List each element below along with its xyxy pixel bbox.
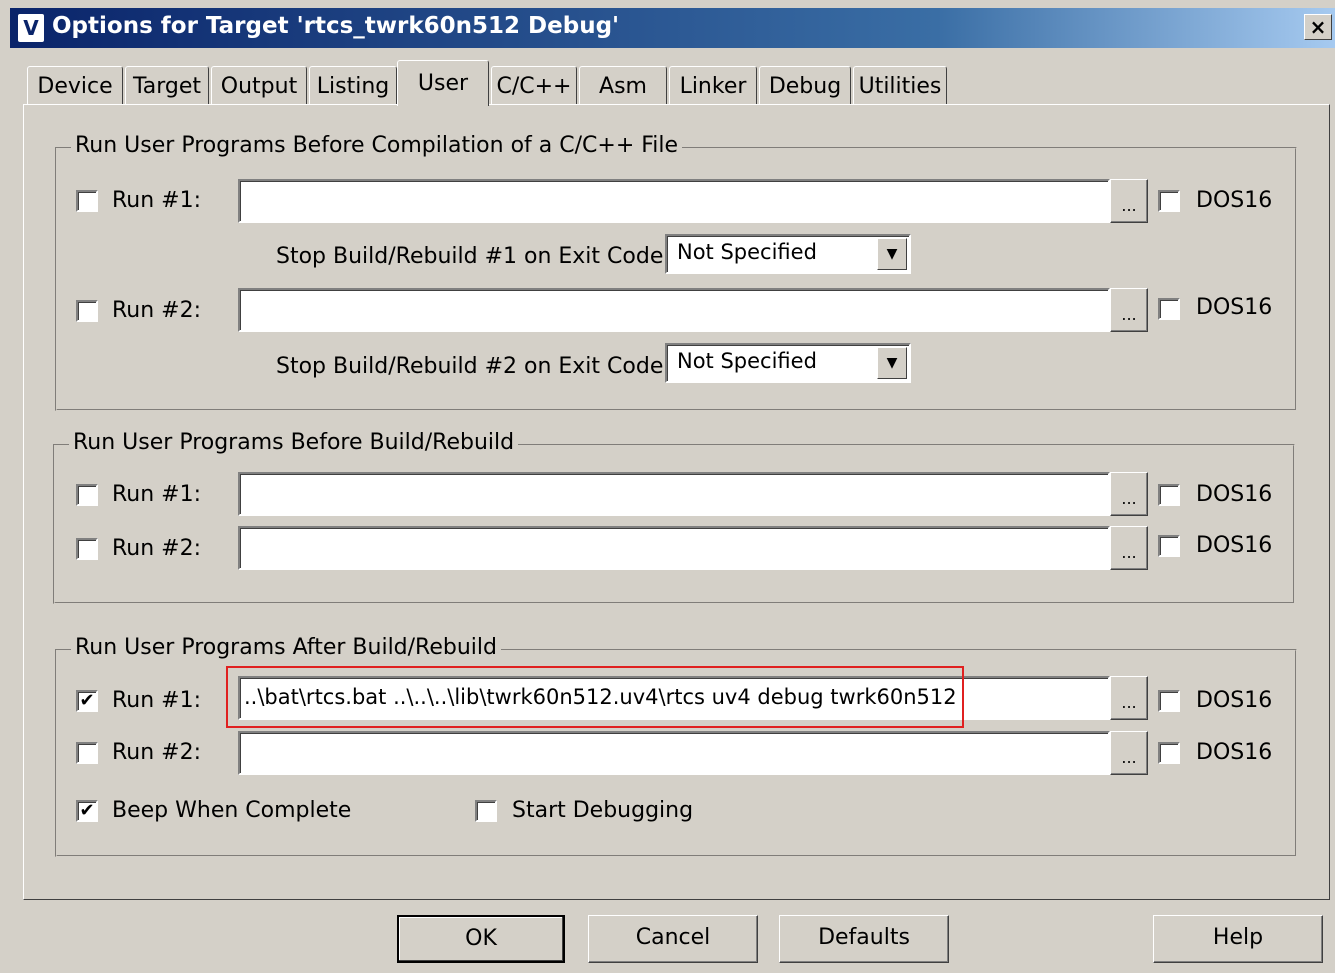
group-title: Run User Programs Before Build/Rebuild bbox=[69, 430, 519, 455]
dos16-checkbox[interactable] bbox=[1158, 190, 1180, 212]
tab-listing[interactable]: Listing bbox=[309, 66, 397, 104]
run1-command-input[interactable] bbox=[238, 179, 1110, 223]
close-button[interactable]: × bbox=[1304, 14, 1332, 40]
app-icon: V bbox=[18, 14, 44, 42]
dos16-checkbox[interactable] bbox=[1158, 484, 1180, 506]
run1-checkbox[interactable] bbox=[76, 190, 98, 212]
beep-checkbox[interactable]: ✔ bbox=[76, 800, 98, 822]
window-title: Options for Target 'rtcs_twrk60n512 Debu… bbox=[52, 13, 620, 39]
select-value: Not Specified bbox=[677, 349, 817, 373]
run1-label: Run #1: bbox=[112, 688, 202, 713]
tab-linker[interactable]: Linker bbox=[669, 66, 757, 104]
run2-command-input[interactable] bbox=[238, 288, 1110, 332]
browse-button[interactable]: ... bbox=[1110, 472, 1148, 516]
ok-button[interactable]: OK bbox=[397, 915, 565, 963]
dos16-label: DOS16 bbox=[1196, 188, 1273, 213]
tab-label: Listing bbox=[316, 74, 390, 99]
dos16-label: DOS16 bbox=[1196, 295, 1273, 320]
dos16-label: DOS16 bbox=[1196, 533, 1273, 558]
start-debugging-checkbox[interactable] bbox=[475, 800, 497, 822]
browse-button[interactable]: ... bbox=[1110, 179, 1148, 223]
run1-label: Run #1: bbox=[112, 482, 202, 507]
stop-build-1-select[interactable]: Not Specified ▼ bbox=[665, 234, 911, 274]
run2-checkbox[interactable] bbox=[76, 742, 98, 764]
tab-label: Output bbox=[220, 74, 298, 99]
tab-device[interactable]: Device bbox=[27, 66, 123, 104]
cancel-button[interactable]: Cancel bbox=[588, 915, 758, 963]
group-before-build: Run User Programs Before Build/Rebuild bbox=[53, 430, 1295, 604]
run2-checkbox[interactable] bbox=[76, 538, 98, 560]
tab-label: User bbox=[417, 71, 469, 96]
group-title: Run User Programs After Build/Rebuild bbox=[71, 635, 501, 660]
browse-button[interactable]: ... bbox=[1110, 676, 1148, 720]
run2-checkbox[interactable] bbox=[76, 300, 98, 322]
tab-debug[interactable]: Debug bbox=[759, 66, 851, 104]
highlight-annotation bbox=[226, 666, 964, 728]
browse-button[interactable]: ... bbox=[1110, 288, 1148, 332]
run2-command-input[interactable] bbox=[238, 731, 1110, 775]
run2-label: Run #2: bbox=[112, 298, 202, 323]
stop-build-2-label: Stop Build/Rebuild #2 on Exit Code: bbox=[276, 354, 671, 379]
dos16-checkbox[interactable] bbox=[1158, 742, 1180, 764]
beep-label: Beep When Complete bbox=[112, 798, 352, 823]
tab-label: Debug bbox=[768, 74, 842, 99]
run1-command-input[interactable] bbox=[238, 472, 1110, 516]
tab-label: Target bbox=[132, 74, 202, 99]
group-title: Run User Programs Before Compilation of … bbox=[71, 133, 683, 158]
tab-label: C/C++ bbox=[496, 74, 572, 99]
tab-label: Utilities bbox=[858, 74, 942, 99]
run2-label: Run #2: bbox=[112, 536, 202, 561]
tab-label: Linker bbox=[679, 74, 747, 99]
browse-button[interactable]: ... bbox=[1110, 526, 1148, 570]
tab-output[interactable]: Output bbox=[211, 66, 307, 104]
tab-utilities[interactable]: Utilities bbox=[853, 66, 947, 104]
tab-asm[interactable]: Asm bbox=[579, 66, 667, 104]
tab-label: Device bbox=[37, 74, 113, 99]
help-button[interactable]: Help bbox=[1153, 915, 1323, 963]
run2-command-input[interactable] bbox=[238, 526, 1110, 570]
tab-label: Asm bbox=[599, 74, 647, 99]
tab-target[interactable]: Target bbox=[125, 66, 209, 104]
dos16-checkbox[interactable] bbox=[1158, 298, 1180, 320]
start-debugging-label: Start Debugging bbox=[512, 798, 694, 823]
dos16-label: DOS16 bbox=[1196, 482, 1273, 507]
chevron-down-icon[interactable]: ▼ bbox=[877, 238, 907, 270]
run1-checkbox[interactable] bbox=[76, 484, 98, 506]
dos16-checkbox[interactable] bbox=[1158, 690, 1180, 712]
dos16-label: DOS16 bbox=[1196, 740, 1273, 765]
defaults-button[interactable]: Defaults bbox=[779, 915, 949, 963]
chevron-down-icon[interactable]: ▼ bbox=[877, 347, 907, 379]
stop-build-1-label: Stop Build/Rebuild #1 on Exit Code: bbox=[276, 244, 671, 269]
run1-label: Run #1: bbox=[112, 188, 202, 213]
tab-user[interactable]: User bbox=[397, 60, 489, 106]
stop-build-2-select[interactable]: Not Specified ▼ bbox=[665, 343, 911, 383]
select-value: Not Specified bbox=[677, 240, 817, 264]
browse-button[interactable]: ... bbox=[1110, 731, 1148, 775]
title-bar: V Options for Target 'rtcs_twrk60n512 De… bbox=[10, 8, 1335, 48]
run2-label: Run #2: bbox=[112, 740, 202, 765]
run1-checkbox[interactable]: ✔ bbox=[76, 690, 98, 712]
dos16-checkbox[interactable] bbox=[1158, 535, 1180, 557]
tab-c-cpp[interactable]: C/C++ bbox=[491, 66, 577, 104]
dos16-label: DOS16 bbox=[1196, 688, 1273, 713]
